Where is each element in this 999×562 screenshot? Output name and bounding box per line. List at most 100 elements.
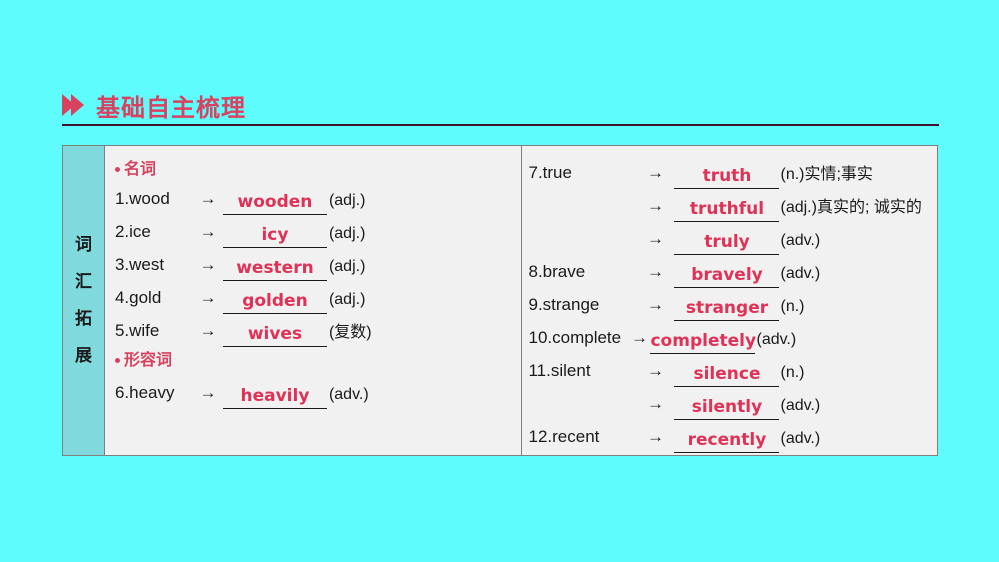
pos-label: (adj.) — [328, 225, 366, 242]
answer-blank[interactable]: stranger — [674, 294, 780, 321]
table-row: → truly (adv.) — [528, 222, 937, 255]
arrow-icon: → — [646, 361, 664, 380]
answer-blank[interactable]: western — [222, 254, 327, 281]
arrow-icon: → — [199, 222, 217, 241]
pos-label: (adv.) — [780, 265, 821, 282]
table-row: 6.heavy → heavily (adv.) — [115, 373, 522, 409]
table-row: 8.brave → bravely (adv.) — [528, 255, 937, 288]
term-label: 7.true — [528, 163, 572, 182]
pos-label: (adj.) — [328, 291, 366, 308]
answer-blank[interactable]: silently — [674, 393, 780, 420]
answer-blank[interactable]: silence — [674, 360, 780, 387]
table-row: 7.true → truth (n.)实情;事实 — [528, 156, 937, 189]
answer-blank[interactable]: icy — [222, 221, 327, 248]
answer-text: icy — [261, 225, 289, 245]
table-row: 3.west → western (adj.) — [115, 248, 522, 281]
table-row: → silently (adv.) — [528, 387, 937, 420]
arrow-icon: → — [646, 163, 664, 182]
pos-label: (n.) — [780, 298, 805, 315]
sidebar-char-3: 展 — [74, 345, 92, 366]
table-row: 1.wood → wooden (adj.) — [115, 182, 522, 215]
pos-label: (adv.) — [780, 397, 821, 414]
term-label: 10.complete — [528, 328, 622, 347]
arrow-icon: → — [199, 321, 217, 340]
pos-label: (adj.) — [328, 258, 366, 275]
bullet-dot-icon — [114, 166, 120, 172]
arrow-icon: → — [630, 328, 648, 347]
answer-text: truth — [702, 166, 752, 186]
arrow-icon: → — [199, 383, 217, 402]
answer-blank[interactable]: truly — [674, 228, 780, 255]
group-heading-label: 名词 — [123, 159, 156, 178]
table-row: 12.recent → recently (adv.) — [528, 420, 937, 453]
answer-text: truly — [704, 232, 750, 252]
table-row: 9.strange → stranger (n.) — [528, 288, 937, 321]
answer-blank[interactable]: bravely — [674, 261, 780, 288]
answer-blank[interactable]: golden — [222, 287, 327, 314]
pos-label: (adv.) — [780, 232, 821, 249]
term-label: 5.wife — [114, 321, 160, 340]
answer-blank[interactable]: truthful — [674, 195, 780, 222]
pos-label: (adv.) — [780, 430, 821, 447]
arrow-icon: → — [199, 255, 217, 274]
term-label — [528, 252, 636, 255]
pos-label: (复数) — [328, 324, 372, 341]
arrow-icon: → — [199, 288, 217, 307]
term-label: 3.west — [114, 255, 165, 274]
table-row: 5.wife → wives (复数) — [115, 314, 522, 347]
answer-text: truthful — [689, 199, 765, 219]
bullet-dot-icon — [114, 357, 120, 363]
answer-blank[interactable]: completely — [650, 327, 757, 354]
answer-text: wives — [247, 324, 303, 344]
arrow-icon: → — [646, 196, 664, 215]
double-chevron-right-icon — [62, 94, 84, 116]
table-row: 10.complete → completely (adv.) — [528, 321, 937, 354]
term-label — [528, 417, 636, 420]
sidebar-char-1: 汇 — [74, 271, 92, 292]
answer-text: golden — [242, 291, 308, 311]
pos-label: (adv.) — [756, 331, 797, 348]
page-title: 基础自主梳理 — [96, 93, 246, 122]
pos-label: (n.) — [780, 364, 805, 381]
answer-text: recently — [687, 430, 767, 450]
term-label: 9.strange — [528, 295, 600, 314]
answer-text: stranger — [685, 298, 769, 318]
answer-text: western — [236, 258, 314, 278]
sidebar-char-2: 拓 — [74, 308, 92, 329]
arrow-icon: → — [646, 262, 664, 281]
arrow-icon: → — [646, 229, 664, 248]
term-label: 1.wood — [114, 189, 170, 208]
right-column: 7.true → truth (n.)实情;事实 → truthful (adj… — [522, 146, 937, 455]
term-label: 4.gold — [114, 288, 162, 307]
arrow-icon: → — [646, 394, 664, 413]
arrow-icon: → — [646, 427, 664, 446]
answer-blank[interactable]: wooden — [222, 188, 327, 215]
pos-label: (n.)实情;事实 — [780, 166, 873, 183]
answer-blank[interactable]: recently — [674, 426, 780, 453]
term-label: 8.brave — [528, 262, 586, 281]
section-heading: 基础自主梳理 — [62, 85, 938, 125]
table-row: 2.ice → icy (adj.) — [115, 215, 522, 248]
heading-divider — [62, 124, 939, 126]
answer-blank[interactable]: wives — [222, 320, 327, 347]
term-label — [528, 219, 636, 222]
left-column: 名词 1.wood → wooden (adj.) 2.ice → icy (a… — [105, 146, 523, 455]
group-heading-nouns: 名词 — [114, 156, 522, 182]
answer-text: silently — [691, 397, 763, 417]
answer-text: bravely — [691, 265, 763, 285]
term-label: 12.recent — [528, 427, 600, 446]
answer-blank[interactable]: truth — [674, 162, 780, 189]
term-label: 2.ice — [114, 222, 151, 241]
table-row: 11.silent → silence (n.) — [528, 354, 937, 387]
answer-text: completely — [650, 331, 757, 351]
sidebar-vertical-label: 词 汇 拓 展 — [63, 146, 105, 455]
answer-blank[interactable]: heavily — [222, 382, 327, 409]
answer-text: wooden — [237, 192, 313, 212]
answer-text: heavily — [240, 386, 310, 406]
sidebar-char-0: 词 — [74, 234, 92, 255]
table-row: 4.gold → golden (adj.) — [115, 281, 522, 314]
group-heading-adjectives: 形容词 — [114, 347, 522, 373]
group-heading-label: 形容词 — [123, 350, 172, 369]
term-label: 11.silent — [528, 361, 591, 380]
answer-text: silence — [693, 364, 761, 384]
